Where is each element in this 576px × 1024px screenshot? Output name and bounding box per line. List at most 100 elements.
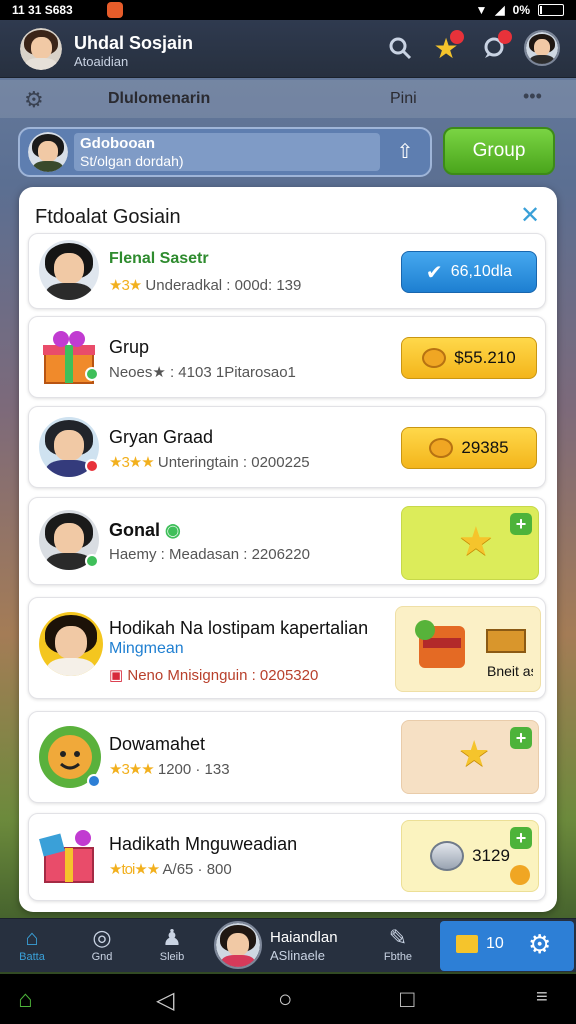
- reward-tile[interactable]: Bneit as: [395, 606, 541, 692]
- home-icon[interactable]: ○: [278, 986, 293, 1014]
- nav-label: Gnd: [91, 951, 113, 963]
- list-item[interactable]: Hadikath Mnguweadian ★toi★★ A/65 · 800 3…: [28, 813, 546, 901]
- reward-tile[interactable]: ★ +: [401, 506, 539, 580]
- row-sub-text: 1200 · 133: [157, 761, 230, 778]
- status-dot: [87, 774, 101, 788]
- coin-count: 3129: [472, 846, 510, 865]
- tab-row: ⚙ Dlulomenarin Pini •••: [0, 80, 576, 118]
- star-badge: [450, 30, 464, 44]
- rating-stars: ★3★: [109, 277, 142, 294]
- status-bar: 11 31 S683 ▼ ◢ 0%: [0, 0, 576, 20]
- tab-left[interactable]: Dlulomenarin: [108, 90, 210, 108]
- check-icon: ✔: [425, 261, 443, 284]
- nav-user-name: Haiandlan: [270, 929, 338, 946]
- row-sub-text: Underadkal : 000d: 139: [145, 277, 302, 294]
- silver-coin-icon: [430, 841, 465, 871]
- search-icon[interactable]: [384, 32, 416, 64]
- nav-cta-button[interactable]: 10 ⚙: [440, 921, 574, 971]
- signal-icon: ◢: [495, 3, 505, 17]
- row-sub: ★3★★ Unteringtain : 0200225: [109, 453, 310, 471]
- menu-icon[interactable]: ≡: [536, 986, 548, 1009]
- online-dot: [85, 554, 99, 568]
- nav-label: Batta: [19, 951, 45, 963]
- search-icon: ◎: [92, 925, 112, 950]
- chat-icon: ✎: [388, 925, 408, 950]
- gear-icon[interactable]: ⚙: [528, 929, 551, 960]
- home-shortcut-icon[interactable]: ⌂: [18, 986, 33, 1014]
- list-item[interactable]: Gonal ◉ Haemy : Meadasan : 2206220 ★ +: [28, 497, 546, 585]
- buy-button[interactable]: $55.210: [401, 337, 537, 379]
- online-dot: [85, 367, 99, 381]
- nav-user-sub: ASlinaele: [270, 948, 325, 963]
- list-item[interactable]: Dowamahet ★3★★ 1200 · 133 ★ +: [28, 711, 546, 803]
- list-item[interactable]: Gryan Graad ★3★★ Unteringtain : 0200225 …: [28, 406, 546, 488]
- person-icon: ♟: [162, 925, 182, 950]
- row-name: Dowamahet: [109, 734, 206, 754]
- price-label: 29385: [461, 438, 509, 457]
- back-icon[interactable]: ◁: [156, 986, 174, 1015]
- list-item[interactable]: Hodikah Na lostipam kapertalian Mingmean…: [28, 597, 546, 699]
- action-button[interactable]: ✔ 66,10dla: [401, 251, 537, 293]
- home-icon: ⌂: [25, 925, 39, 950]
- coin-icon: [422, 348, 447, 368]
- plus-icon[interactable]: +: [510, 513, 532, 535]
- plus-icon[interactable]: +: [510, 827, 532, 849]
- row-name: Gryan Graad: [109, 427, 214, 447]
- list-item[interactable]: Grup Neoes★ : 4103 1Pitarosao1 $55.210: [28, 316, 546, 398]
- user-avatar[interactable]: [524, 30, 560, 66]
- buy-button[interactable]: 29385: [401, 427, 537, 469]
- reward-tile[interactable]: ★ +: [401, 720, 539, 794]
- header-name: Uhdal Sosjain: [74, 33, 194, 53]
- reward-tile[interactable]: 3129 +: [401, 820, 539, 892]
- row-name: Flenal Sasetr: [109, 250, 209, 267]
- wifi-icon: ▼: [475, 3, 488, 17]
- tag-icon: ▣: [109, 667, 124, 684]
- group-subtitle: St/olgan dordah): [80, 153, 184, 169]
- gift-icon: [39, 826, 99, 886]
- list-item[interactable]: Flenal Sasetr ★3★ Underadkal : 000d: 139…: [28, 233, 546, 309]
- group-title: Gdobooan: [80, 135, 155, 152]
- status-right: ▼ ◢ 0%: [476, 3, 564, 17]
- tab-right[interactable]: Pini: [390, 90, 417, 108]
- row-sub: ★3★★ 1200 · 133: [109, 760, 230, 778]
- row-sub-title: Mingmean: [109, 640, 184, 657]
- coin-icon: [429, 438, 454, 458]
- reward-label: Bneit as: [487, 663, 533, 679]
- plus-icon[interactable]: +: [510, 727, 532, 749]
- friends-panel: Ftdoalat Gosiain ✕ Flenal Sasetr ★3★ Und…: [19, 187, 557, 912]
- more-icon[interactable]: •••: [523, 86, 542, 107]
- row-sub-text: A/65 · 800: [162, 861, 232, 878]
- profile-avatar[interactable]: [20, 28, 62, 70]
- recents-icon[interactable]: □: [400, 986, 415, 1014]
- row-sub: Haemy : Meadasan : 2206220: [109, 546, 310, 563]
- verified-icon: ◉: [165, 520, 181, 540]
- nav-profile[interactable]: ♟ Sleib: [142, 925, 202, 963]
- row-name: Hodikah Na lostipam kapertalian: [109, 618, 369, 638]
- app-notification-icon: [107, 2, 123, 18]
- nav-search[interactable]: ◎ Gnd: [72, 925, 132, 963]
- share-arrow-icon[interactable]: ⇧: [390, 139, 420, 167]
- avatar: [39, 240, 99, 300]
- chat-icon[interactable]: [478, 30, 512, 64]
- star-icon[interactable]: ★: [430, 30, 464, 64]
- group-bar[interactable]: Gdobooan St/olgan dordah) ⇧: [18, 127, 432, 177]
- gold-coin-icon: [510, 865, 530, 885]
- row-sub: ★3★ Underadkal : 000d: 139: [109, 276, 301, 294]
- nav-avatar[interactable]: [214, 921, 262, 969]
- row-sub: ★toi★★ A/65 · 800: [109, 860, 232, 878]
- close-icon[interactable]: ✕: [520, 201, 540, 230]
- star-icon: ★: [458, 733, 491, 774]
- nav-chat[interactable]: ✎ Fbthe: [368, 925, 428, 963]
- group-button[interactable]: Group: [443, 127, 555, 175]
- rating-stars: ★3★★: [109, 454, 155, 471]
- treasure-icon: Bneit as: [415, 620, 533, 679]
- battery-icon: [538, 4, 564, 16]
- price-label: $55.210: [454, 348, 516, 367]
- row-name: Gonal ◉: [109, 520, 181, 541]
- action-label: 66,10dla: [450, 263, 513, 280]
- gear-icon[interactable]: ⚙: [24, 87, 44, 113]
- bottom-nav: ⌂ Batta ◎ Gnd ♟ Sleib Haiandlan ASlinaele ✎…: [0, 918, 576, 972]
- nav-home[interactable]: ⌂ Batta: [2, 925, 62, 963]
- rating-stars: ★3★★: [109, 761, 155, 778]
- row-sub-text: Neno Mnisignguin : 0205320: [127, 667, 319, 684]
